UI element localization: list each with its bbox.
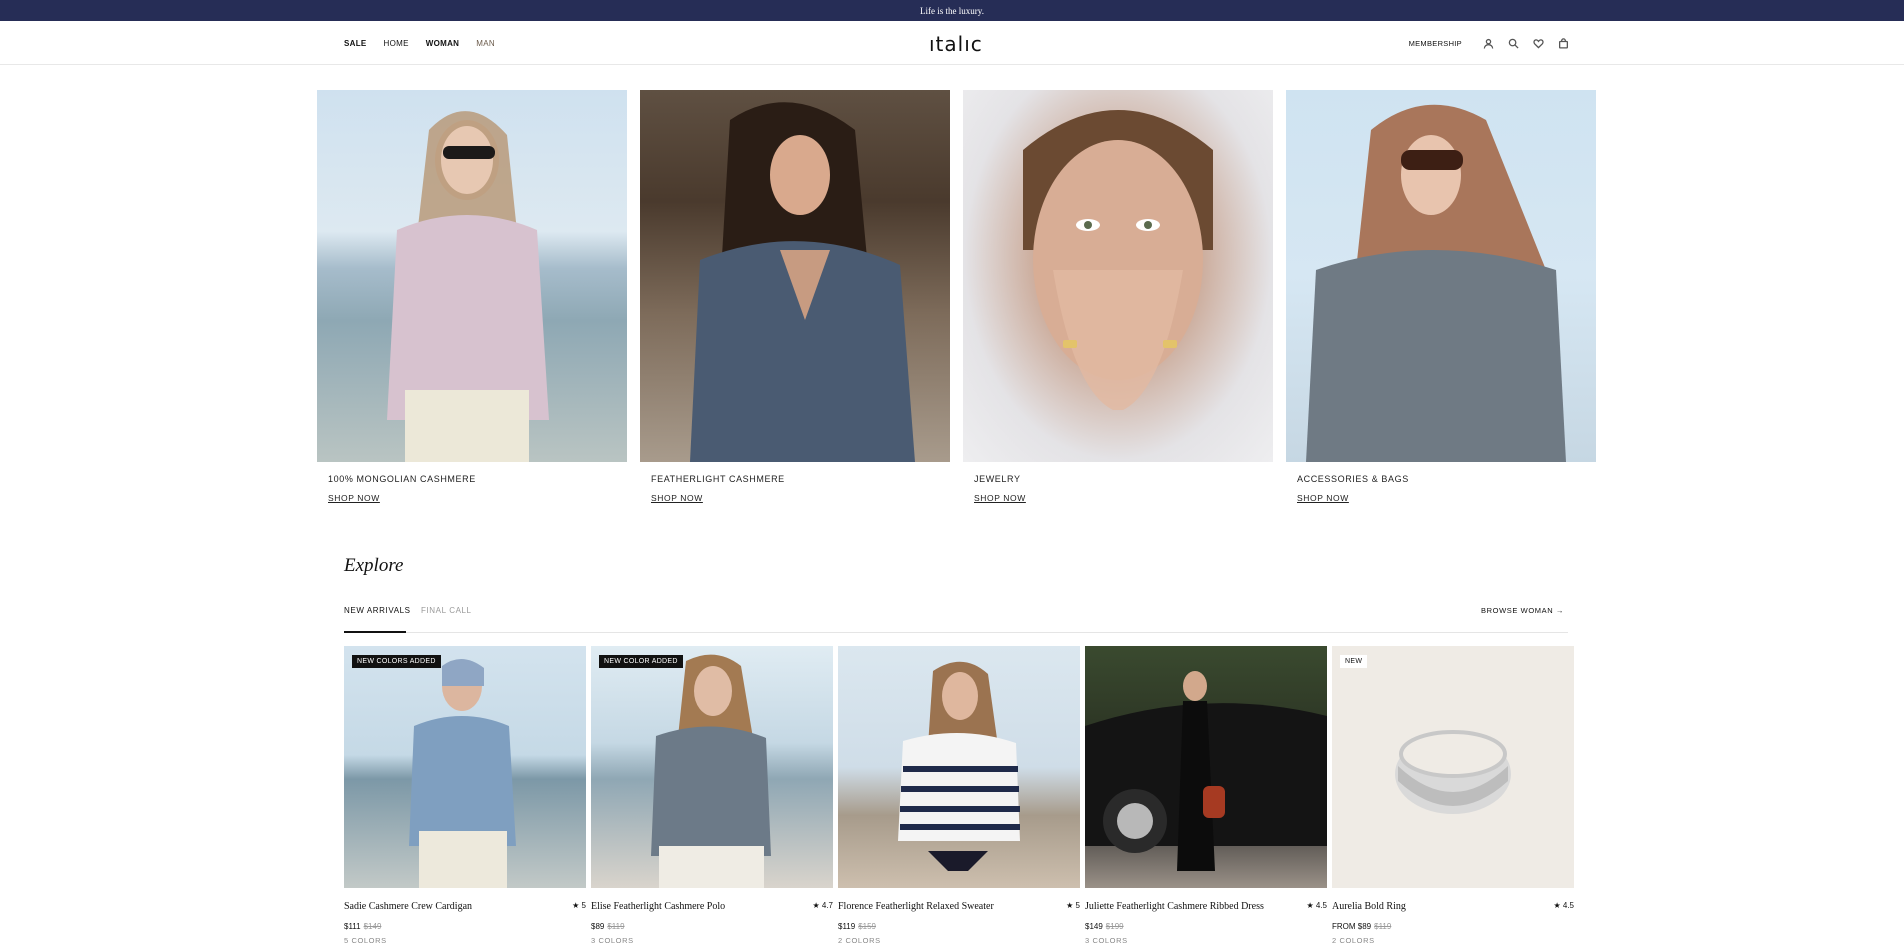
product-name[interactable]: Aurelia Bold Ring bbox=[1332, 901, 1406, 912]
product-rating: ★ 5 bbox=[1066, 901, 1080, 910]
product-price: $89 $119 bbox=[591, 922, 833, 931]
category-image-cashmere-cardigan[interactable] bbox=[317, 90, 627, 462]
category-caption: JEWELRY bbox=[974, 474, 1021, 484]
category-tile[interactable]: FEATHERLIGHT CASHMERE SHOP NOW bbox=[640, 90, 950, 506]
tab-new-arrivals[interactable]: NEW ARRIVALS bbox=[344, 606, 411, 615]
product-image[interactable]: NEW COLOR ADDED bbox=[591, 646, 833, 888]
product-name[interactable]: Elise Featherlight Cashmere Polo bbox=[591, 901, 725, 912]
original-price: $119 bbox=[1374, 922, 1392, 931]
product-price: $119 $159 bbox=[838, 922, 1080, 931]
heart-icon[interactable] bbox=[1532, 37, 1545, 50]
product-card[interactable]: Juliette Featherlight Cashmere Ribbed Dr… bbox=[1085, 646, 1327, 945]
product-rating: ★ 5 bbox=[572, 901, 586, 910]
category-caption: 100% MONGOLIAN CASHMERE bbox=[328, 474, 476, 484]
nav-sale[interactable]: SALE bbox=[344, 39, 367, 48]
product-image[interactable]: NEW COLORS ADDED bbox=[344, 646, 586, 888]
product-price: FROM $89 $119 bbox=[1332, 922, 1574, 931]
product-name[interactable]: Florence Featherlight Relaxed Sweater bbox=[838, 901, 994, 912]
product-name[interactable]: Sadie Cashmere Crew Cardigan bbox=[344, 901, 472, 912]
product-badge: NEW COLOR ADDED bbox=[599, 655, 683, 668]
category-image-featherlight-polo[interactable] bbox=[640, 90, 950, 462]
nav-home[interactable]: HOME bbox=[384, 39, 409, 48]
product-card[interactable]: NEW COLORS ADDED Sadie Cashmere Crew Car… bbox=[344, 646, 586, 945]
product-price: $149 $199 bbox=[1085, 922, 1327, 931]
site-header: SALE HOME WOMAN MAN ıtalıc MEMBERSHIP bbox=[0, 21, 1904, 65]
product-rating: ★ 4.5 bbox=[1553, 901, 1574, 910]
color-count: 5 COLORS bbox=[344, 936, 387, 945]
current-price: FROM $89 bbox=[1332, 922, 1372, 931]
original-price: $119 bbox=[607, 922, 625, 931]
category-image-jewelry[interactable] bbox=[963, 90, 1273, 462]
bag-icon[interactable] bbox=[1557, 37, 1570, 50]
browse-woman-link[interactable]: BROWSE WOMAN → bbox=[1481, 606, 1564, 615]
tab-final-call[interactable]: FINAL CALL bbox=[421, 606, 472, 615]
color-count: 2 COLORS bbox=[838, 936, 881, 945]
current-price: $149 bbox=[1085, 922, 1103, 931]
product-image[interactable] bbox=[838, 646, 1080, 888]
shop-now-link[interactable]: SHOP NOW bbox=[963, 493, 1026, 503]
current-price: $111 bbox=[344, 922, 361, 931]
product-image[interactable] bbox=[1085, 646, 1327, 888]
color-count: 2 COLORS bbox=[1332, 936, 1375, 945]
explore-tabs: NEW ARRIVALS FINAL CALL BROWSE WOMAN → bbox=[344, 598, 1568, 633]
membership-link[interactable]: MEMBERSHIP bbox=[1409, 39, 1462, 48]
category-image-accessories[interactable] bbox=[1286, 90, 1596, 462]
nav-woman[interactable]: WOMAN bbox=[426, 39, 460, 48]
utility-nav: MEMBERSHIP bbox=[1409, 21, 1570, 65]
category-grid: 100% MONGOLIAN CASHMERE SHOP NOW FEATHER… bbox=[317, 90, 1596, 506]
product-name[interactable]: Juliette Featherlight Cashmere Ribbed Dr… bbox=[1085, 901, 1264, 912]
product-card[interactable]: NEW Aurelia Bold Ring ★ 4.5 FROM $89 $119… bbox=[1332, 646, 1574, 945]
original-price: $199 bbox=[1105, 922, 1124, 931]
active-tab-indicator bbox=[344, 631, 406, 633]
current-price: $119 bbox=[838, 922, 856, 931]
original-price: $149 bbox=[363, 922, 382, 931]
brand-logo[interactable]: ıtalıc bbox=[929, 32, 983, 56]
color-count: 3 COLORS bbox=[591, 936, 634, 945]
product-card[interactable]: NEW COLOR ADDED Elise Featherlight Cashm… bbox=[591, 646, 833, 945]
primary-nav: SALE HOME WOMAN MAN bbox=[344, 21, 495, 65]
shop-now-link[interactable]: SHOP NOW bbox=[317, 493, 380, 503]
product-card[interactable]: Florence Featherlight Relaxed Sweater ★ … bbox=[838, 646, 1080, 945]
announcement-text: Life is the luxury. bbox=[920, 5, 984, 16]
shop-now-link[interactable]: SHOP NOW bbox=[640, 493, 703, 503]
product-badge: NEW bbox=[1340, 655, 1368, 668]
current-price: $89 bbox=[591, 922, 605, 931]
original-price: $159 bbox=[858, 922, 876, 931]
product-badge: NEW COLORS ADDED bbox=[352, 655, 441, 668]
product-price: $111 $149 bbox=[344, 922, 586, 931]
product-image[interactable]: NEW bbox=[1332, 646, 1574, 888]
category-tile[interactable]: 100% MONGOLIAN CASHMERE SHOP NOW bbox=[317, 90, 627, 506]
nav-man[interactable]: MAN bbox=[476, 39, 495, 48]
search-icon[interactable] bbox=[1507, 37, 1520, 50]
account-icon[interactable] bbox=[1482, 37, 1495, 50]
shop-now-link[interactable]: SHOP NOW bbox=[1286, 493, 1349, 503]
color-count: 3 COLORS bbox=[1085, 936, 1128, 945]
announcement-bar: Life is the luxury. bbox=[0, 0, 1904, 21]
category-tile[interactable]: ACCESSORIES & BAGS SHOP NOW bbox=[1286, 90, 1596, 506]
product-rating: ★ 4.5 bbox=[1306, 901, 1327, 910]
explore-heading: Explore bbox=[344, 555, 404, 576]
category-caption: ACCESSORIES & BAGS bbox=[1297, 474, 1409, 484]
product-grid: NEW COLORS ADDED Sadie Cashmere Crew Car… bbox=[344, 646, 1574, 945]
product-rating: ★ 4.7 bbox=[812, 901, 833, 910]
category-caption: FEATHERLIGHT CASHMERE bbox=[651, 474, 785, 484]
category-tile[interactable]: JEWELRY SHOP NOW bbox=[963, 90, 1273, 506]
